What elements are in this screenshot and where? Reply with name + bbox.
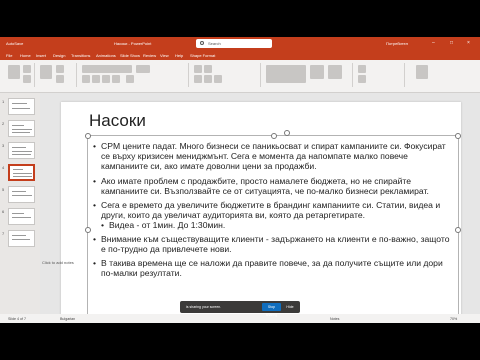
- autosave-label[interactable]: AutoSave: [6, 41, 23, 46]
- slide-thumbnail-active[interactable]: [8, 164, 35, 181]
- align-right-icon[interactable]: [214, 75, 222, 83]
- voice-group: [406, 63, 440, 87]
- slide-title[interactable]: Насоки: [89, 111, 146, 131]
- numbering-icon[interactable]: [204, 65, 212, 73]
- sub-bullet-item: Видеа - от 1мин. До 1:30мин.: [93, 220, 455, 230]
- rotate-handle-icon[interactable]: [284, 130, 290, 136]
- font-size-select[interactable]: [136, 65, 150, 73]
- bullet-item: CPM цените падат. Много бизнеси се паник…: [93, 141, 455, 172]
- dictate-icon[interactable]: [416, 65, 428, 79]
- align-left-icon[interactable]: [194, 75, 202, 83]
- tab-home[interactable]: Home: [20, 53, 31, 58]
- thumb-number: 6: [2, 209, 5, 214]
- resize-handle-icon[interactable]: [85, 133, 91, 139]
- language[interactable]: Bulgarian: [60, 317, 75, 321]
- cut-icon[interactable]: [23, 65, 31, 73]
- tab-file[interactable]: File: [6, 53, 12, 58]
- align-center-icon[interactable]: [204, 75, 212, 83]
- bullet-item: Сега е времето да увеличите бюджетите в …: [93, 200, 455, 220]
- bullets-icon[interactable]: [194, 65, 202, 73]
- paragraph-group: [190, 63, 261, 87]
- slide-thumbnail[interactable]: [8, 98, 35, 115]
- editing-group: [354, 63, 405, 87]
- quick-styles-icon[interactable]: [328, 65, 342, 79]
- search-placeholder: Search: [208, 41, 221, 46]
- status-bar: Slide 4 of 7 Bulgarian Notes 70%: [0, 314, 480, 323]
- resize-handle-icon[interactable]: [271, 133, 277, 139]
- hide-button[interactable]: Hide: [283, 303, 297, 311]
- title-bar: AutoSave Насоки - PowerPoint Search Потр…: [0, 37, 480, 51]
- copy-icon[interactable]: [23, 75, 31, 83]
- tab-animations[interactable]: Animations: [96, 53, 116, 58]
- ribbon-tabs: File Home Insert Design Transitions Anim…: [0, 51, 480, 60]
- tab-shape-format[interactable]: Shape Format: [190, 53, 215, 58]
- thumb-number: 5: [2, 187, 5, 192]
- bold-icon[interactable]: [82, 75, 90, 83]
- tab-slide-show[interactable]: Slide Show: [120, 53, 140, 58]
- slide-thumbnail[interactable]: [8, 186, 35, 203]
- minimize-button[interactable]: –: [432, 40, 435, 46]
- slide-thumbnails-pane: 1 2 3 4 5 6 7: [0, 93, 40, 323]
- find-icon[interactable]: [358, 65, 366, 73]
- font-group: [78, 63, 189, 87]
- window-title: Насоки - PowerPoint: [114, 41, 152, 46]
- layout-icon[interactable]: [56, 65, 64, 73]
- paste-icon[interactable]: [8, 65, 20, 79]
- tab-insert[interactable]: Insert: [36, 53, 46, 58]
- resize-handle-icon[interactable]: [455, 227, 461, 233]
- thumb-number: 1: [2, 99, 5, 104]
- italic-icon[interactable]: [92, 75, 100, 83]
- font-family-select[interactable]: [82, 65, 132, 73]
- replace-icon[interactable]: [358, 75, 366, 83]
- notes-placeholder: Click to add notes: [42, 260, 74, 265]
- ribbon-toolbar: [0, 60, 480, 93]
- stop-sharing-button[interactable]: Stop sharing: [262, 303, 281, 317]
- slide-count: Slide 4 of 7: [8, 317, 26, 321]
- user-name[interactable]: Потребител: [386, 41, 408, 46]
- slides-group: [36, 63, 77, 87]
- tab-view[interactable]: View: [160, 53, 169, 58]
- drawing-group: [262, 63, 353, 87]
- reset-icon[interactable]: [56, 75, 64, 83]
- strikethrough-icon[interactable]: [112, 75, 120, 83]
- thumb-number: 3: [2, 143, 5, 148]
- thumb-number: 2: [2, 121, 5, 126]
- slide-thumbnail[interactable]: [8, 230, 35, 247]
- tab-review[interactable]: Review: [143, 53, 156, 58]
- arrange-icon[interactable]: [310, 65, 324, 79]
- slide-canvas: Насоки CPM цените падат. Много бизнеси с…: [40, 93, 480, 323]
- slide-thumbnail[interactable]: [8, 120, 35, 137]
- font-color-icon[interactable]: [126, 75, 134, 83]
- maximize-button[interactable]: □: [450, 40, 453, 46]
- search-icon: [200, 41, 204, 45]
- slide-thumbnail[interactable]: [8, 208, 35, 225]
- bullet-item: Ако имате проблем с продажбите, просто н…: [93, 176, 455, 196]
- shapes-gallery[interactable]: [266, 65, 306, 83]
- tab-help[interactable]: Help: [175, 53, 183, 58]
- slide: Насоки CPM цените падат. Много бизнеси с…: [61, 102, 461, 323]
- share-message: is sharing your screen.: [186, 305, 222, 309]
- bullet-item: Внимание към съществуващите клиенти - за…: [93, 234, 455, 254]
- resize-handle-icon[interactable]: [85, 227, 91, 233]
- tab-transitions[interactable]: Transitions: [71, 53, 90, 58]
- tab-design[interactable]: Design: [53, 53, 65, 58]
- thumb-number: 7: [2, 231, 5, 236]
- screen-share-bar: is sharing your screen. Stop sharing Hid…: [180, 301, 300, 317]
- resize-handle-icon[interactable]: [455, 133, 461, 139]
- underline-icon[interactable]: [102, 75, 110, 83]
- slide-thumbnail[interactable]: [8, 142, 35, 159]
- search-box[interactable]: Search: [196, 39, 272, 48]
- close-button[interactable]: ×: [467, 40, 470, 46]
- notes-toggle[interactable]: Notes: [330, 317, 339, 321]
- notes-pane[interactable]: Click to add notes: [42, 260, 462, 272]
- clipboard-group: [4, 63, 35, 87]
- new-slide-icon[interactable]: [40, 65, 52, 79]
- powerpoint-window: AutoSave Насоки - PowerPoint Search Потр…: [0, 37, 480, 323]
- thumb-number: 4: [2, 165, 5, 170]
- zoom-level[interactable]: 70%: [450, 317, 457, 321]
